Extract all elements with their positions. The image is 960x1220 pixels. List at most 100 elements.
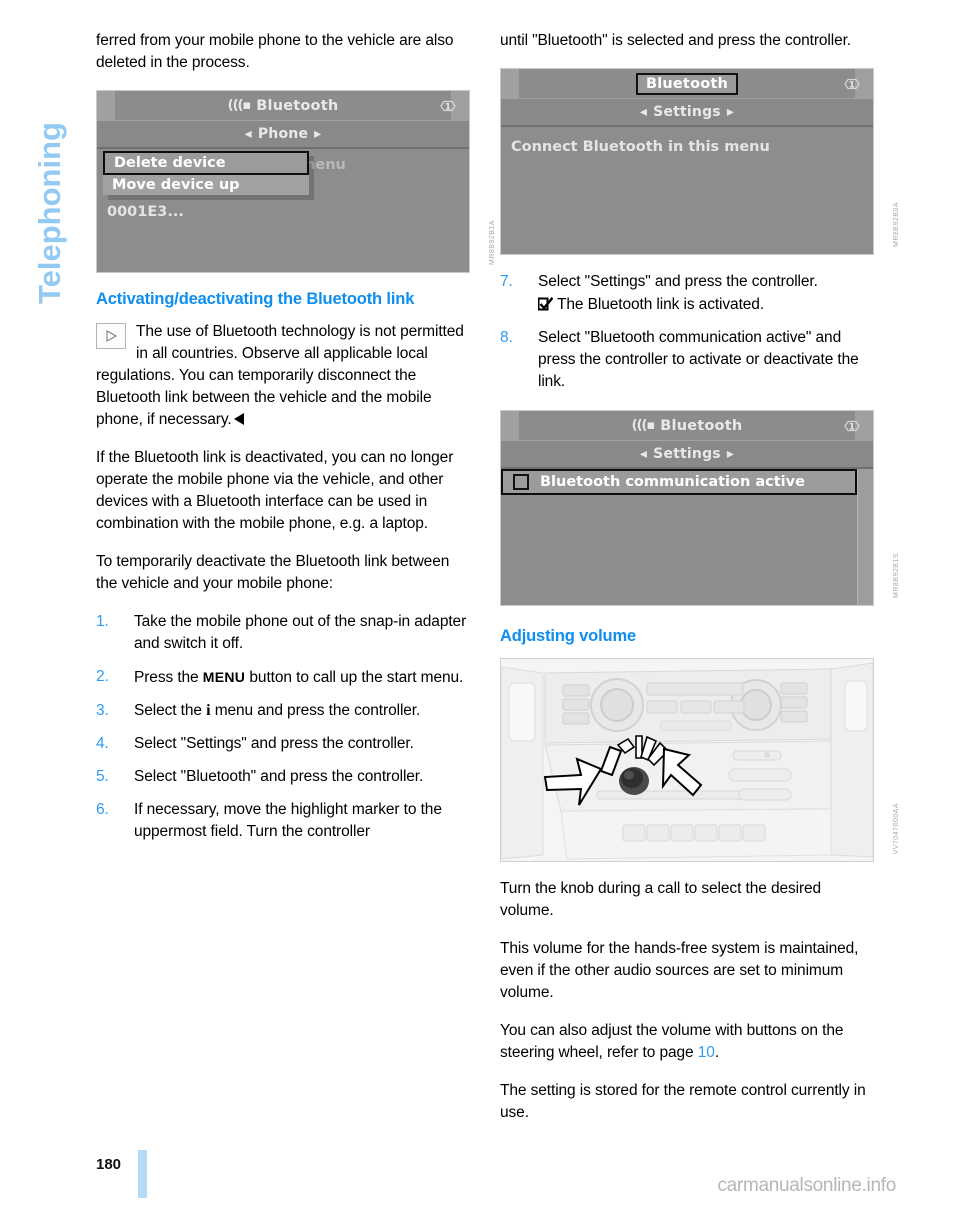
- mid-list-item-address[interactable]: 0001E3...: [97, 201, 469, 223]
- site-watermark: carmanualsonline.info: [717, 1175, 896, 1196]
- chevron-right-icon: ▸: [726, 446, 735, 462]
- paragraph-remote-control: The setting is stored for the remote con…: [500, 1082, 866, 1121]
- bluetooth-signal-icon: (((▪: [227, 98, 252, 113]
- step-7-result-text: The Bluetooth link is activated.: [557, 296, 765, 313]
- chevron-right-icon: ▸: [726, 104, 735, 120]
- mid-title-3: Bluetooth: [660, 417, 743, 434]
- step-5-text: Select "Bluetooth" and press the control…: [134, 768, 424, 785]
- svg-text:1: 1: [849, 80, 855, 90]
- section-heading-adjusting-volume: Adjusting volume: [500, 627, 637, 645]
- step-7: 7. Select "Settings" and press the contr…: [500, 271, 878, 316]
- figure-console-photo: VV7047600AA: [500, 658, 900, 862]
- info-badge-icon: 1: [438, 97, 458, 114]
- step-8-text: Select "Bluetooth communication active" …: [538, 329, 859, 390]
- mid-body-1: n this menu Siemens 0001E3... Delete dev…: [97, 149, 469, 272]
- step-3-text-post: menu and press the controller.: [210, 702, 421, 719]
- step-2-text-pre: Press the: [134, 669, 203, 686]
- bluetooth-signal-icon: (((▪: [631, 418, 656, 433]
- right-column: until "Bluetooth" is selected and press …: [500, 30, 900, 1140]
- step-2-text-post: button to call up the start menu.: [245, 669, 464, 686]
- mid-subtitle-2: Settings: [653, 104, 721, 120]
- paragraph-handsfree-volume: This volume for the hands-free system is…: [500, 940, 859, 1001]
- mid-body-2: Connect Bluetooth in this menu: [501, 127, 873, 254]
- menu-item-move-device-up[interactable]: Move device up: [103, 175, 309, 195]
- svg-text:1: 1: [849, 422, 855, 432]
- page-footer: 180 carmanualsonline.info: [96, 1140, 896, 1198]
- mid-scrollbar[interactable]: [857, 469, 873, 605]
- mid-title-2-selected[interactable]: Bluetooth: [635, 72, 739, 95]
- mid-row-label-3: Bluetooth communication active: [540, 474, 805, 490]
- step-6-text: If necessary, move the highlight marker …: [134, 801, 442, 840]
- note-end-marker: [233, 413, 244, 425]
- play-triangle-icon: [96, 323, 126, 349]
- step-8-number: 8.: [500, 329, 513, 346]
- note-text: The use of Bluetooth technology is not p…: [96, 321, 474, 431]
- paragraph-steering-pre: You can also adjust the volume with butt…: [500, 1022, 844, 1061]
- step-4-text: Select "Settings" and press the controll…: [134, 735, 414, 752]
- step-2-number: 2.: [96, 668, 109, 685]
- figure-code-1: MR8B92B1A: [489, 220, 496, 265]
- step-4-number: 4.: [96, 735, 109, 752]
- continued-paragraph-right: until "Bluetooth" is selected and press …: [500, 32, 852, 49]
- figure-code-photo: VV7047600AA: [893, 802, 900, 854]
- page-marker-bar: [138, 1150, 147, 1198]
- mid-display-3: (((▪ Bluetooth 1 ◂ Settings ▸ Bluetooth …: [500, 410, 874, 606]
- mid-subtitle-3: Settings: [653, 446, 721, 462]
- step-1-number: 1.: [96, 613, 109, 630]
- console-photo: [500, 658, 874, 862]
- note-block-bluetooth-countries: The use of Bluetooth technology is not p…: [96, 321, 474, 431]
- car-audio-console-volume-knob: [501, 659, 873, 861]
- step-1: 1. Take the mobile phone out of the snap…: [96, 611, 474, 655]
- chevron-right-icon: ▸: [314, 126, 322, 142]
- step-3-text-pre: Select the: [134, 702, 207, 719]
- steps-list-right: 7. Select "Settings" and press the contr…: [500, 271, 878, 393]
- paragraph-temporary: To temporarily deactivate the Bluetooth …: [96, 553, 450, 592]
- bar-left-strip-3: [501, 411, 519, 440]
- step-6: 6. If necessary, move the highlight mark…: [96, 799, 474, 843]
- figure-code-2: MR8B92B0A: [893, 202, 900, 247]
- mid-subtitle-1: Phone: [257, 126, 309, 142]
- steps-list-left: 1. Take the mobile phone out of the snap…: [96, 611, 474, 843]
- section-heading-activating: Activating/deactivating the Bluetooth li…: [96, 290, 415, 308]
- checkbox-empty-icon[interactable]: [513, 474, 529, 490]
- mid-title-bar-3: (((▪ Bluetooth 1: [501, 411, 873, 441]
- paragraph-turn-knob: Turn the knob during a call to select th…: [500, 880, 822, 919]
- figure-bluetooth-phone: (((▪ Bluetooth 1 ◂ Phone ▸ n this menu S…: [96, 90, 496, 273]
- mid-connect-line: Connect Bluetooth in this menu: [511, 139, 770, 155]
- continued-paragraph-left: ferred from your mobile phone to the veh…: [96, 32, 454, 71]
- chapter-tab: Telephoning: [26, 30, 72, 330]
- mid-subtitle-bar-2: ◂ Settings ▸: [501, 99, 873, 127]
- step-6-number: 6.: [96, 801, 109, 818]
- step-8: 8. Select "Bluetooth communication activ…: [500, 327, 878, 393]
- mid-title-1: Bluetooth: [256, 97, 339, 114]
- step-7-number: 7.: [500, 273, 513, 290]
- mid-context-menu[interactable]: Delete device Move device up: [103, 151, 309, 195]
- mid-row-bluetooth-communication-active[interactable]: Bluetooth communication active: [501, 469, 857, 495]
- figure-bluetooth-settings: Bluetooth 1 ◂ Settings ▸ Connect Bluetoo…: [500, 68, 900, 255]
- step-7-text: Select "Settings" and press the controll…: [538, 273, 818, 290]
- svg-text:1: 1: [445, 102, 451, 112]
- mid-display-2: Bluetooth 1 ◂ Settings ▸ Connect Bluetoo…: [500, 68, 874, 255]
- info-badge-icon: 1: [842, 417, 862, 434]
- step-3-number: 3.: [96, 702, 109, 719]
- mid-subtitle-bar-3: ◂ Settings ▸: [501, 441, 873, 469]
- menu-item-delete-device[interactable]: Delete device: [103, 151, 309, 175]
- step-1-text: Take the mobile phone out of the snap-in…: [134, 613, 467, 652]
- paragraph-deactivated: If the Bluetooth link is deactivated, yo…: [96, 449, 454, 532]
- bar-left-strip: [97, 91, 115, 120]
- menu-button-glyph: MENU: [202, 669, 246, 685]
- step-4: 4. Select "Settings" and press the contr…: [96, 733, 474, 755]
- mid-title-bar-1: (((▪ Bluetooth 1: [97, 91, 469, 121]
- step-3: 3. Select the i menu and press the contr…: [96, 700, 474, 722]
- paragraph-steering-wheel: You can also adjust the volume with butt…: [500, 1020, 878, 1064]
- step-5: 5. Select "Bluetooth" and press the cont…: [96, 766, 474, 788]
- figure-code-3: MR8B92B1S: [893, 553, 900, 598]
- checkbox-checked-icon: [537, 296, 554, 311]
- bar-left-strip-2: [501, 69, 519, 98]
- note-text-span: The use of Bluetooth technology is not p…: [96, 323, 464, 428]
- step-7-result: The Bluetooth link is activated.: [537, 294, 878, 316]
- page-reference-link[interactable]: 10: [698, 1044, 715, 1061]
- mid-title-bar-2: Bluetooth 1: [501, 69, 873, 99]
- page-number: 180: [96, 1156, 122, 1173]
- figure-bluetooth-comm-active: (((▪ Bluetooth 1 ◂ Settings ▸ Bluetooth …: [500, 410, 900, 606]
